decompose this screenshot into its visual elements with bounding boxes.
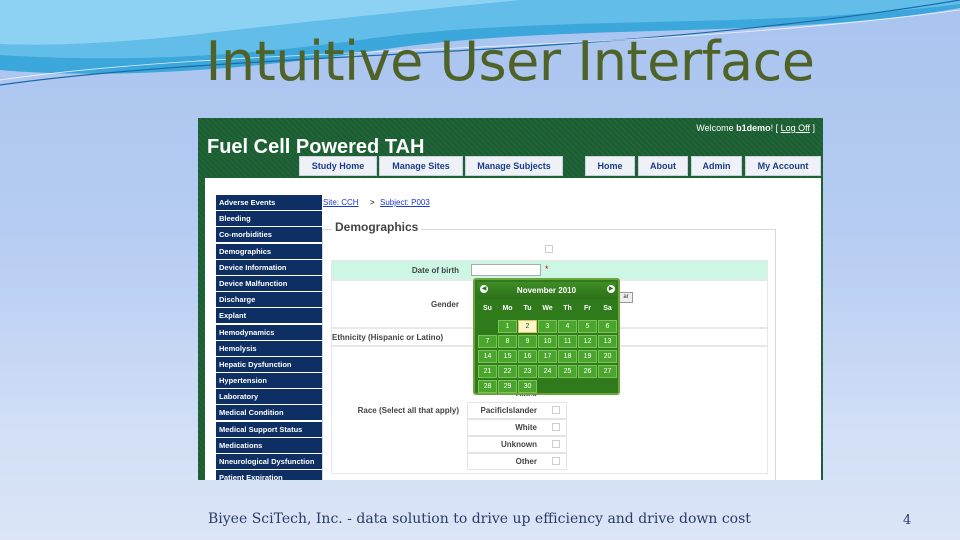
slide-footer: Biyee SciTech, Inc. - data solution to d… xyxy=(208,511,751,527)
sidebar-item-discharge[interactable]: Discharge xyxy=(216,292,322,308)
section-title: Demographics xyxy=(332,220,422,234)
sidebar-item-demographics[interactable]: Demographics xyxy=(216,243,322,259)
datepicker-day[interactable]: 23 xyxy=(518,365,537,378)
datepicker-day[interactable]: 27 xyxy=(598,365,617,378)
datepicker-day[interactable]: 21 xyxy=(478,365,497,378)
datepicker-day[interactable]: 24 xyxy=(538,365,557,378)
sidebar-item-device-malfunction[interactable]: Device Malfunction xyxy=(216,275,322,291)
nav-about[interactable]: About xyxy=(638,156,688,176)
datepicker-day[interactable]: 11 xyxy=(558,335,577,348)
datepicker-dow: Mo xyxy=(502,305,513,312)
datepicker-day[interactable]: 25 xyxy=(558,365,577,378)
datepicker-day[interactable]: 22 xyxy=(498,365,517,378)
datepicker-month-title: November 2010 xyxy=(477,282,616,299)
race-checkbox-unknown[interactable] xyxy=(552,440,560,448)
sidebar-item-adverse-events[interactable]: Adverse Events xyxy=(216,195,322,210)
datepicker-day[interactable]: 20 xyxy=(598,350,617,363)
race-checkbox-pacificislander[interactable] xyxy=(552,406,560,414)
datepicker-dow: Sa xyxy=(603,305,612,312)
breadcrumb-separator: > xyxy=(370,198,375,207)
logoff-link[interactable]: Log Off xyxy=(781,123,810,133)
app-screenshot: Fuel Cell Powered TAH Welcome b1demo! [ … xyxy=(198,118,823,480)
datepicker-day[interactable]: 15 xyxy=(498,350,517,363)
datepicker-day[interactable]: 28 xyxy=(478,380,497,393)
sidebar-item-co-morbidities[interactable]: Co-morbidities xyxy=(216,227,322,243)
race-label: Race (Select all that apply) xyxy=(357,406,459,415)
sidebar-item-medications[interactable]: Medications xyxy=(216,437,322,453)
datepicker-dow: We xyxy=(542,305,553,312)
top-checkbox[interactable] xyxy=(545,245,553,253)
datepicker-day[interactable]: 26 xyxy=(578,365,597,378)
race-option-pacificislander: PacificIslander xyxy=(480,406,537,415)
datepicker-day[interactable]: 10 xyxy=(538,335,557,348)
sidebar-item-laboratory[interactable]: Laboratory xyxy=(216,389,322,405)
datepicker-day[interactable]: 14 xyxy=(478,350,497,363)
datepicker-day[interactable]: 6 xyxy=(598,320,617,333)
sidebar-item-medical-condition[interactable]: Medical Condition xyxy=(216,405,322,421)
race-checkbox-other[interactable] xyxy=(552,457,560,465)
race-option-white: White xyxy=(515,423,537,432)
next-month-icon[interactable]: ▶ xyxy=(607,285,615,293)
datepicker-day[interactable]: 30 xyxy=(518,380,537,393)
sidebar-item-medical-support-status[interactable]: Medical Support Status xyxy=(216,421,322,437)
race-option-unknown: Unknown xyxy=(501,440,537,449)
sidebar-item-hemolysis[interactable]: Hemolysis xyxy=(216,340,322,356)
sidebar-item-device-information[interactable]: Device Information xyxy=(216,259,322,275)
datepicker-day[interactable]: 7 xyxy=(478,335,497,348)
datepicker-day[interactable]: 12 xyxy=(578,335,597,348)
datepicker-day[interactable]: 13 xyxy=(598,335,617,348)
datepicker-day[interactable]: 2 xyxy=(518,320,537,333)
datepicker-day[interactable]: 5 xyxy=(578,320,597,333)
race-option-other: Other xyxy=(515,457,537,466)
nav-admin[interactable]: Admin xyxy=(691,156,742,176)
datepicker-day[interactable]: 17 xyxy=(538,350,557,363)
sidebar-item-patient-expiration[interactable]: Patient Expiration xyxy=(216,470,322,480)
breadcrumb-subject[interactable]: Subject: P003 xyxy=(380,198,430,207)
datepicker-day[interactable]: 9 xyxy=(518,335,537,348)
gender-select[interactable]: ar xyxy=(619,292,633,303)
datepicker-day[interactable]: 1 xyxy=(498,320,517,333)
datepicker-day[interactable]: 4 xyxy=(558,320,577,333)
required-mark: * xyxy=(545,264,549,274)
nav-study-home[interactable]: Study Home xyxy=(299,156,377,176)
breadcrumb-site[interactable]: Site: CCH xyxy=(323,198,359,207)
sidebar-item-neurological-dysfunction[interactable]: Nneurological Dysfunction xyxy=(216,454,322,469)
datepicker-day[interactable]: 3 xyxy=(538,320,557,333)
datepicker-day[interactable]: 8 xyxy=(498,335,517,348)
datepicker-dow: Su xyxy=(483,305,492,312)
sidebar-item-hypertension[interactable]: Hypertension xyxy=(216,373,322,389)
nav-manage-subjects[interactable]: Manage Subjects xyxy=(465,156,563,176)
dob-input[interactable] xyxy=(471,264,541,276)
dob-label: Date of birth xyxy=(411,266,459,275)
nav-my-account[interactable]: My Account xyxy=(745,156,821,176)
race-checkbox-white[interactable] xyxy=(552,423,560,431)
datepicker-day[interactable]: 19 xyxy=(578,350,597,363)
datepicker-day[interactable]: 18 xyxy=(558,350,577,363)
datepicker-dow: Tu xyxy=(523,305,532,312)
sidebar-item-hepatic-dysfunction[interactable]: Hepatic Dysfunction xyxy=(216,356,322,372)
page-number: 4 xyxy=(903,513,912,528)
datepicker-day[interactable]: 29 xyxy=(498,380,517,393)
ethnicity-label: Ethnicity (Hispanic or Latino) xyxy=(332,333,444,342)
datepicker-dow: Fr xyxy=(584,305,591,312)
nav-home[interactable]: Home xyxy=(585,156,635,176)
sidebar-item-bleeding[interactable]: Bleeding xyxy=(216,211,322,227)
sidebar-item-hemodynamics[interactable]: Hemodynamics xyxy=(216,324,322,340)
datepicker-day[interactable]: 16 xyxy=(518,350,537,363)
nav-manage-sites[interactable]: Manage Sites xyxy=(379,156,463,176)
sidebar-item-explant[interactable]: Explant xyxy=(216,308,322,324)
datepicker-dow: Th xyxy=(563,305,572,312)
username: b1demo xyxy=(736,123,771,133)
prev-month-icon[interactable]: ◀ xyxy=(480,285,488,293)
slide-title: Intuitive User Interface xyxy=(205,30,815,93)
sidebar: Adverse Events Bleeding Co-morbidities D… xyxy=(216,195,322,480)
welcome-text: Welcome b1demo! [ Log Off ] xyxy=(696,123,815,133)
gender-label: Gender xyxy=(430,300,459,309)
datepicker: November 2010 ◀ ▶ Su Mo Tu We Th Fr Sa 1 2 3 4 5 6 7 8… xyxy=(473,278,620,395)
